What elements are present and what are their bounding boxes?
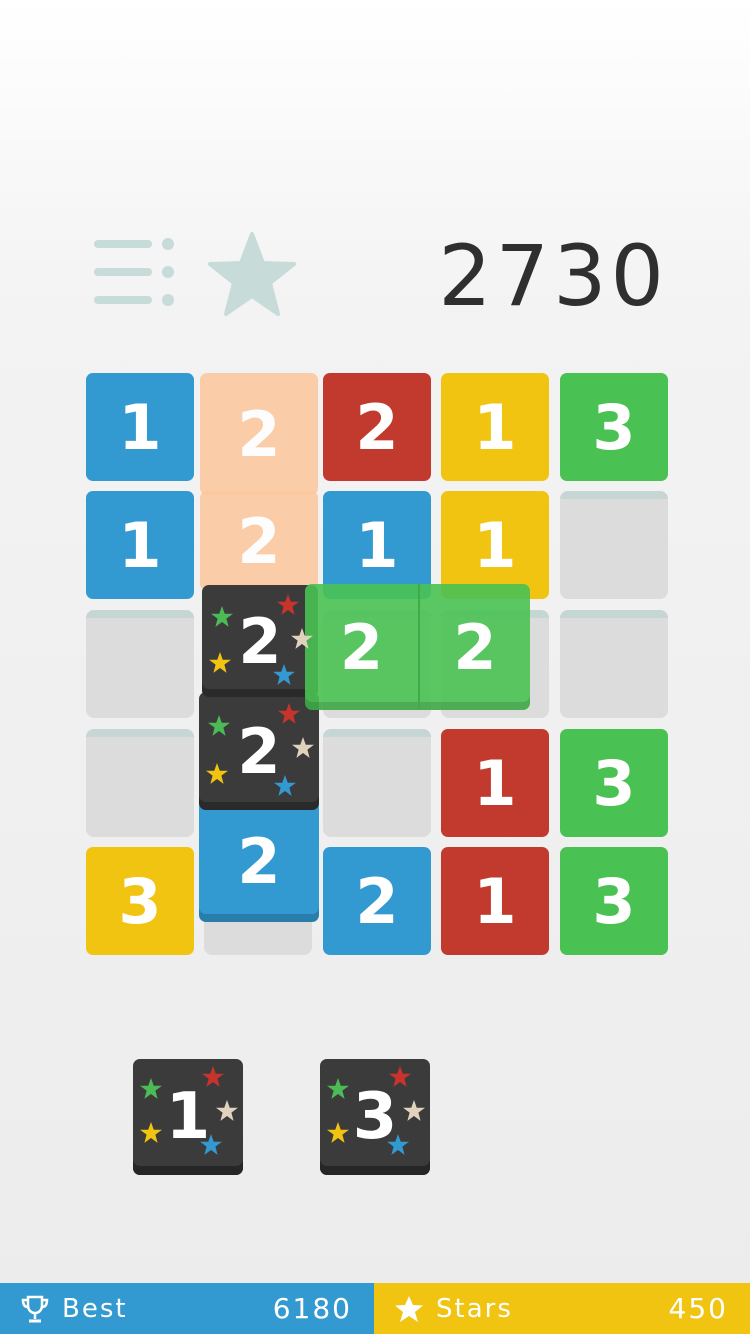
- dragged-tile-right[interactable]: 2: [418, 584, 530, 710]
- tile-value: 1: [165, 1080, 211, 1154]
- best-value: 6180: [272, 1292, 352, 1325]
- tile-value: 2: [237, 824, 281, 898]
- tile-value: 2: [453, 610, 497, 684]
- tile-value: 2: [339, 610, 384, 684]
- tray-piece-2[interactable]: 3: [320, 1059, 430, 1175]
- tile-r2-c3[interactable]: 1: [323, 491, 431, 599]
- tile-value: 2: [355, 864, 399, 938]
- dragged-tile-left[interactable]: 2: [305, 584, 418, 710]
- star-tile-r3-c2[interactable]: 2: [202, 585, 318, 697]
- tile-r2-c1[interactable]: 1: [86, 491, 194, 599]
- empty-cell[interactable]: [323, 729, 431, 837]
- tile-r1-c1[interactable]: 1: [86, 373, 194, 481]
- star-icon: [395, 1295, 423, 1322]
- tile-r5-c2-lifted[interactable]: 2: [199, 800, 319, 922]
- tile-r1-c5[interactable]: 3: [560, 373, 668, 481]
- tile-value: 1: [355, 508, 399, 582]
- tile-value: 3: [592, 746, 636, 820]
- trophy-icon: [21, 1295, 49, 1322]
- tile-value: 1: [473, 864, 517, 938]
- stars-bar[interactable]: Stars 450: [374, 1283, 750, 1334]
- empty-cell[interactable]: [560, 491, 668, 599]
- star-icon: [208, 232, 296, 316]
- tile-value: 1: [118, 390, 162, 464]
- tile-r5-c3[interactable]: 2: [323, 847, 431, 955]
- dragged-piece[interactable]: 2 2: [305, 584, 530, 710]
- tile-r1-c4[interactable]: 1: [441, 373, 549, 481]
- menu-icon: [94, 238, 174, 306]
- empty-cell[interactable]: [86, 610, 194, 718]
- tile-r5-c4[interactable]: 1: [441, 847, 549, 955]
- tile-value: 1: [473, 746, 517, 820]
- tile-r5-c5[interactable]: 3: [560, 847, 668, 955]
- tile-value: 2: [237, 714, 281, 788]
- tile-value: 1: [473, 390, 517, 464]
- tile-r1-c3[interactable]: 2: [323, 373, 431, 481]
- tile-value: 1: [118, 508, 162, 582]
- tile-value: 1: [473, 508, 517, 582]
- tile-r2-c4[interactable]: 1: [441, 491, 549, 599]
- tile-value: 2: [237, 504, 281, 578]
- tile-r2-c2-highlight[interactable]: 2: [200, 491, 318, 591]
- tile-value: 3: [118, 864, 162, 938]
- tile-r1-c2-highlight[interactable]: 2: [200, 373, 318, 495]
- empty-cell[interactable]: [86, 729, 194, 837]
- tile-r4-c4[interactable]: 1: [441, 729, 549, 837]
- best-label: Best: [62, 1293, 128, 1324]
- stars-label: Stars: [436, 1293, 513, 1324]
- tile-r4-c5[interactable]: 3: [560, 729, 668, 837]
- tile-r5-c1[interactable]: 3: [86, 847, 194, 955]
- tile-value: 2: [355, 390, 399, 464]
- tile-value: 3: [592, 390, 636, 464]
- star-button[interactable]: [206, 230, 298, 318]
- star-tile-r4-c2[interactable]: 2: [199, 692, 319, 810]
- tile-value: 3: [352, 1080, 398, 1154]
- score-display: 2730: [438, 227, 668, 325]
- empty-cell[interactable]: [560, 610, 668, 718]
- best-score-bar: Best 6180: [0, 1283, 374, 1334]
- tile-value: 3: [592, 864, 636, 938]
- tile-value: 2: [238, 604, 282, 678]
- stars-value: 450: [668, 1292, 728, 1325]
- tile-value: 2: [237, 397, 281, 471]
- menu-button[interactable]: [92, 236, 178, 308]
- tray-piece-1[interactable]: 1: [133, 1059, 243, 1175]
